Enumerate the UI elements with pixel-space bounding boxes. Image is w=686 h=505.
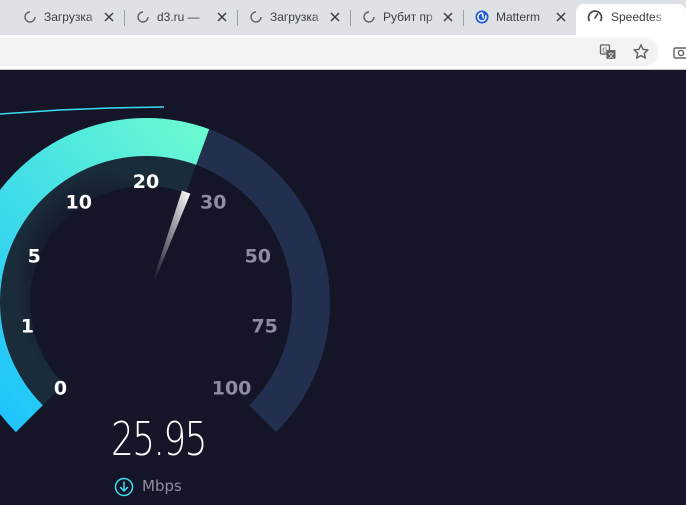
address-bar[interactable] — [0, 38, 658, 66]
svg-text:文: 文 — [608, 51, 615, 60]
close-icon[interactable] — [443, 12, 453, 22]
tab-zagruzka-2[interactable]: Загрузка — [246, 4, 350, 35]
tab-title: Рубит пр — [383, 10, 433, 24]
loading-spinner-icon — [137, 11, 149, 23]
tab-title: Загрузка — [44, 10, 93, 24]
tab-title: Загрузка — [270, 10, 319, 24]
gauge-inner-glow — [0, 156, 197, 406]
tab-mattermost[interactable]: Matterm — [472, 4, 576, 35]
gauge-label-0: 0 — [54, 378, 67, 400]
speed-readout: 25.95 — [111, 412, 207, 466]
speedometer-icon — [587, 10, 603, 22]
tab-separator — [350, 10, 351, 26]
tab-title: Speedtes — [611, 10, 662, 24]
mattermost-icon — [475, 10, 489, 24]
close-icon[interactable] — [330, 12, 340, 22]
gauge-label-10: 10 — [66, 191, 92, 213]
gauge-label-100: 100 — [212, 378, 252, 400]
translate-icon[interactable]: G 文 — [599, 43, 617, 61]
tab-strip: Загрузка d3.ru — Загрузка Рубит пр Matte… — [0, 0, 686, 35]
gauge-label-50: 50 — [245, 246, 271, 268]
loading-spinner-icon — [363, 11, 375, 23]
tab-separator — [237, 10, 238, 26]
gauge-needle — [153, 190, 191, 279]
tab-d3[interactable]: d3.ru — — [133, 4, 237, 35]
speed-gauge: 0 1 5 10 20 30 50 75 100 — [0, 106, 330, 433]
unit-label: Mbps — [142, 477, 182, 495]
tab-zagruzka-1[interactable]: Загрузка — [20, 4, 124, 35]
close-icon[interactable] — [217, 12, 227, 22]
camera-icon[interactable] — [672, 43, 686, 61]
close-icon[interactable] — [104, 12, 114, 22]
loading-spinner-icon — [24, 11, 36, 23]
tab-speedtest[interactable]: Speedtes — [576, 4, 686, 35]
tab-title: d3.ru — — [157, 10, 200, 24]
gauge-label-30: 30 — [200, 191, 226, 213]
tab-rubit[interactable]: Рубит пр — [359, 4, 463, 35]
gauge-label-75: 75 — [251, 316, 277, 338]
loading-spinner-icon — [250, 11, 262, 23]
tab-separator — [463, 10, 464, 26]
gauge-label-1: 1 — [21, 316, 34, 338]
browser-toolbar: G 文 — [0, 35, 686, 69]
tab-title: Matterm — [496, 10, 541, 24]
tab-separator — [124, 10, 125, 26]
gauge-label-5: 5 — [28, 246, 41, 268]
bookmark-star-icon[interactable] — [632, 43, 650, 61]
speed-graph-line — [0, 106, 165, 115]
gauge-label-20: 20 — [133, 171, 159, 193]
download-arrow-icon — [114, 477, 134, 497]
close-icon[interactable] — [556, 12, 566, 22]
speedtest-page: 0 1 5 10 20 30 50 75 100 25.95 Mbps — [0, 70, 686, 505]
